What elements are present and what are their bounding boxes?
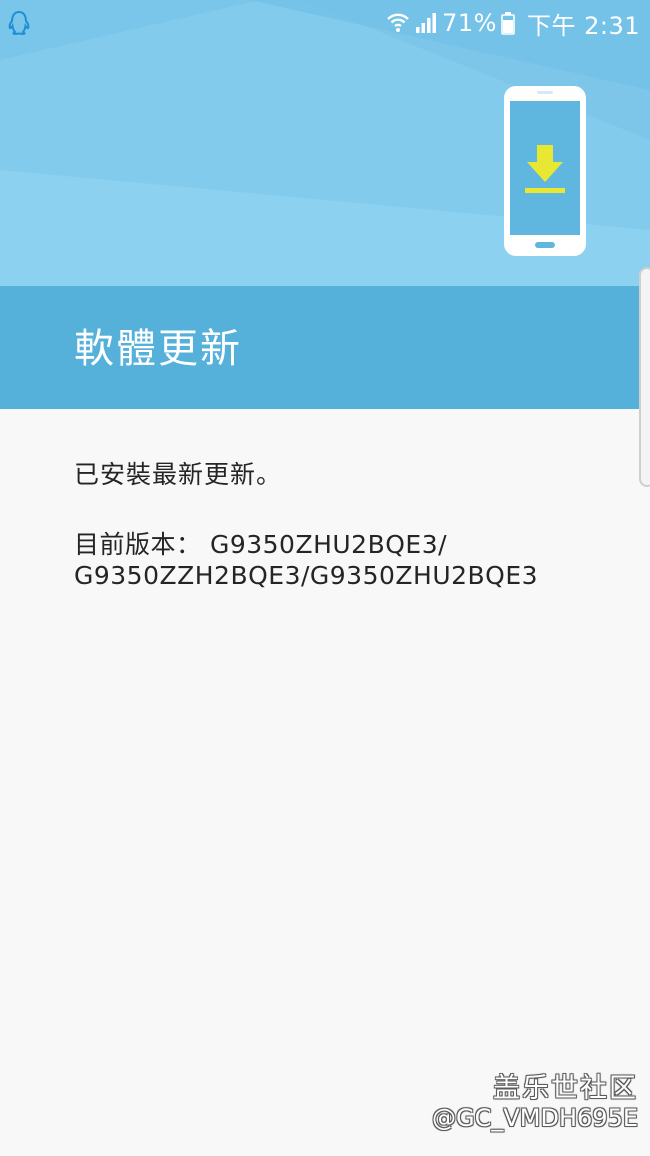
update-status-message: 已安裝最新更新。 <box>74 460 283 489</box>
phone-download-icon <box>504 86 586 256</box>
watermark-user: @GC_VMDH695E <box>432 1104 638 1132</box>
signal-icon <box>416 13 437 33</box>
qq-penguin-icon <box>8 10 30 36</box>
clock: 下午 2:31 <box>526 11 640 40</box>
header-banner: 71% 下午 2:31 <box>0 0 650 286</box>
page-title: 軟體更新 <box>74 326 242 372</box>
wifi-icon <box>387 13 409 32</box>
battery-icon <box>501 12 515 35</box>
battery-percent: 71% <box>442 9 497 37</box>
status-bar: 71% 下午 2:31 <box>0 0 650 46</box>
current-version-line-2: G9350ZZH2BQE3/G9350ZHU2BQE3 <box>74 561 539 590</box>
current-version-line-1: 目前版本： G9350ZHU2BQE3/ <box>74 530 448 559</box>
watermark-site: 盖乐世社区 <box>493 1073 638 1104</box>
content-area: 已安裝最新更新。 目前版本： G9350ZHU2BQE3/ G9350ZZH2B… <box>0 409 650 1156</box>
scroll-handle[interactable] <box>639 267 650 487</box>
title-band: 軟體更新 <box>0 286 650 409</box>
